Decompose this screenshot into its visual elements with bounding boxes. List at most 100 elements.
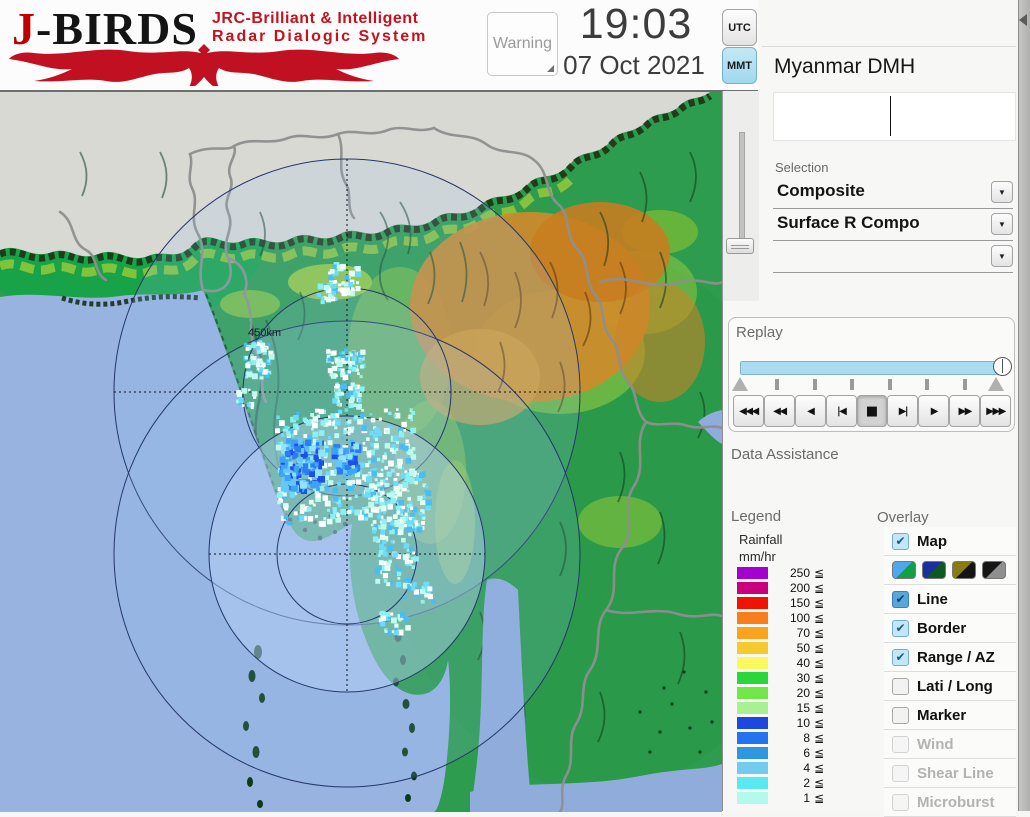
overlay-label: Microburst — [917, 793, 995, 811]
zoom-slider-track[interactable] — [739, 132, 745, 240]
dropdown-arrow-icon[interactable]: ▼ — [991, 245, 1013, 267]
checkbox-microburst[interactable] — [892, 793, 909, 811]
legend-value: 15 — [796, 700, 810, 715]
overlay-label: Map — [917, 532, 947, 550]
legend-swatch — [737, 746, 768, 759]
map-style-navy-darkgreen[interactable] — [922, 561, 946, 579]
fastest-forward-button[interactable]: ▶▶▶ — [980, 395, 1012, 427]
legend-row: 30 ≦ — [729, 671, 839, 686]
map-style-black-gray[interactable] — [982, 561, 1006, 579]
slider-tick — [775, 379, 780, 390]
eagle-logo-icon — [9, 44, 399, 86]
legend-swatch — [737, 731, 768, 744]
legend-comparator: ≦ — [814, 745, 825, 760]
timezone-utc-button[interactable]: UTC — [722, 9, 757, 46]
overlay-row-wind[interactable]: Wind — [884, 730, 1016, 759]
legend-comparator: ≦ — [814, 685, 825, 700]
overlay-row-shear-line[interactable]: Shear Line — [884, 759, 1016, 788]
checkbox-range-az[interactable]: ✔ — [892, 648, 909, 666]
legend-row: 100 ≦ — [729, 611, 839, 626]
overlay-label: Line — [917, 590, 948, 608]
radar-map-view[interactable]: 450km — [0, 91, 722, 812]
slider-end-marker-icon[interactable] — [988, 377, 1004, 391]
map-style-blue-green[interactable] — [892, 561, 916, 579]
legend-row: 10 ≦ — [729, 715, 839, 730]
play-forward-button[interactable]: ▶ — [918, 395, 950, 427]
slider-start-marker-icon[interactable] — [732, 377, 748, 391]
overlay-row-line[interactable]: ✔ Line — [884, 585, 1016, 614]
overlay-row-border[interactable]: ✔ Border — [884, 614, 1016, 643]
fast-rewind-button[interactable]: ◀◀◀ — [733, 395, 764, 427]
legend-comparator: ≦ — [814, 775, 825, 790]
overlay-row-range-az[interactable]: ✔ Range / AZ — [884, 643, 1016, 672]
rewind-button[interactable]: ◀◀ — [763, 395, 795, 427]
overlay-checkbox-list: ✔ Map ✔ Line ✔ Border ✔ Range / AZ Lati / Long Ma… — [884, 527, 1016, 817]
legend-swatch — [737, 716, 768, 729]
legend-swatch — [737, 567, 768, 580]
legend-value: 100 — [789, 611, 810, 626]
panel-collapse-arrow-icon[interactable] — [1019, 14, 1027, 26]
selection-preview-box[interactable] — [773, 92, 1016, 141]
checkbox-wind[interactable] — [892, 735, 909, 753]
legend-title-line2: mm/hr — [739, 549, 776, 564]
step-backward-button[interactable]: |◀ — [825, 395, 857, 427]
legend-swatch — [737, 791, 768, 804]
legend-comparator: ≦ — [814, 760, 825, 775]
legend-value: 150 — [789, 596, 810, 611]
timezone-mmt-button[interactable]: MMT — [722, 47, 757, 84]
overlay-row-map[interactable]: ✔ Map — [884, 527, 1016, 556]
fast-forward-button[interactable]: ▶▶ — [949, 395, 981, 427]
legend-value: 30 — [796, 671, 810, 686]
range-ring-label: 450km — [248, 327, 281, 339]
overlay-row-microburst[interactable]: Microburst — [884, 788, 1016, 817]
dropdown-arrow-icon[interactable]: ▼ — [991, 181, 1013, 203]
legend-value: 8 — [803, 730, 810, 745]
overlay-row-marker[interactable]: Marker — [884, 701, 1016, 730]
checkbox-map[interactable]: ✔ — [892, 532, 909, 550]
map-style-olive-black[interactable] — [952, 561, 976, 579]
legend-scale: 250 ≦ 200 ≦ 150 ≦ 100 ≦ 70 ≦ 50 ≦ 40 ≦ 30 ≦ 20 ≦ 15 ≦ 10 ≦ 8 ≦ 6… — [729, 566, 839, 805]
mmt-label: MMT — [726, 59, 753, 72]
checkbox-line[interactable]: ✔ — [892, 590, 909, 608]
legend-title-line1: Rainfall — [739, 532, 783, 547]
site-title: Myanmar DMH — [774, 55, 916, 78]
dropdown-arrow-icon[interactable]: ▼ — [991, 213, 1013, 235]
dropdown-empty[interactable]: ▼ — [773, 242, 1013, 273]
checkbox-lati-long[interactable] — [892, 677, 909, 695]
legend-row: 200 ≦ — [729, 581, 839, 596]
replay-slider-track[interactable] — [740, 361, 1004, 375]
legend-swatch — [737, 686, 768, 699]
legend-swatch — [737, 627, 768, 640]
legend-comparator: ≦ — [814, 730, 825, 745]
checkbox-border[interactable]: ✔ — [892, 619, 909, 637]
dropdown-surface-r-compo[interactable]: Surface R Compo ▼ — [773, 210, 1013, 241]
legend-value: 20 — [796, 685, 810, 700]
legend-comparator: ≦ — [814, 641, 825, 656]
legend-row: 70 ≦ — [729, 626, 839, 641]
step-forward-button[interactable]: ▶| — [887, 395, 919, 427]
zoom-slider-handle[interactable] — [726, 238, 754, 254]
radar-map-image[interactable]: 450km — [0, 92, 722, 812]
slider-tick — [962, 379, 967, 390]
legend-swatch — [737, 657, 768, 670]
clock-time: 19:03 — [579, 0, 693, 48]
dropdown-composite[interactable]: Composite ▼ — [773, 178, 1013, 209]
legend-comparator: ≦ — [814, 671, 825, 686]
panel-edge-scroll-strip[interactable] — [1018, 0, 1030, 811]
dropdown-value: Composite — [777, 181, 865, 200]
stop-button[interactable]: ■ — [856, 395, 888, 427]
slider-tick — [850, 379, 855, 390]
checkbox-marker[interactable] — [892, 706, 909, 724]
legend-row: 50 ≦ — [729, 641, 839, 656]
toolbar-divider — [762, 46, 1016, 47]
overlay-row-lati-long[interactable]: Lati / Long — [884, 672, 1016, 701]
play-backward-button[interactable]: ◀ — [794, 395, 826, 427]
app-logo-subtitle: JRC-Brilliant & Intelligent Radar Dialog… — [212, 10, 427, 46]
legend-value: 2 — [803, 775, 810, 790]
legend-row: 150 ≦ — [729, 596, 839, 611]
selection-dropdowns: Composite ▼ Surface R Compo ▼ ▼ — [773, 178, 1013, 274]
checkbox-shear-line[interactable] — [892, 764, 909, 782]
legend-swatch — [737, 612, 768, 625]
legend-comparator: ≦ — [814, 790, 825, 805]
replay-slider-handle[interactable] — [993, 357, 1012, 376]
